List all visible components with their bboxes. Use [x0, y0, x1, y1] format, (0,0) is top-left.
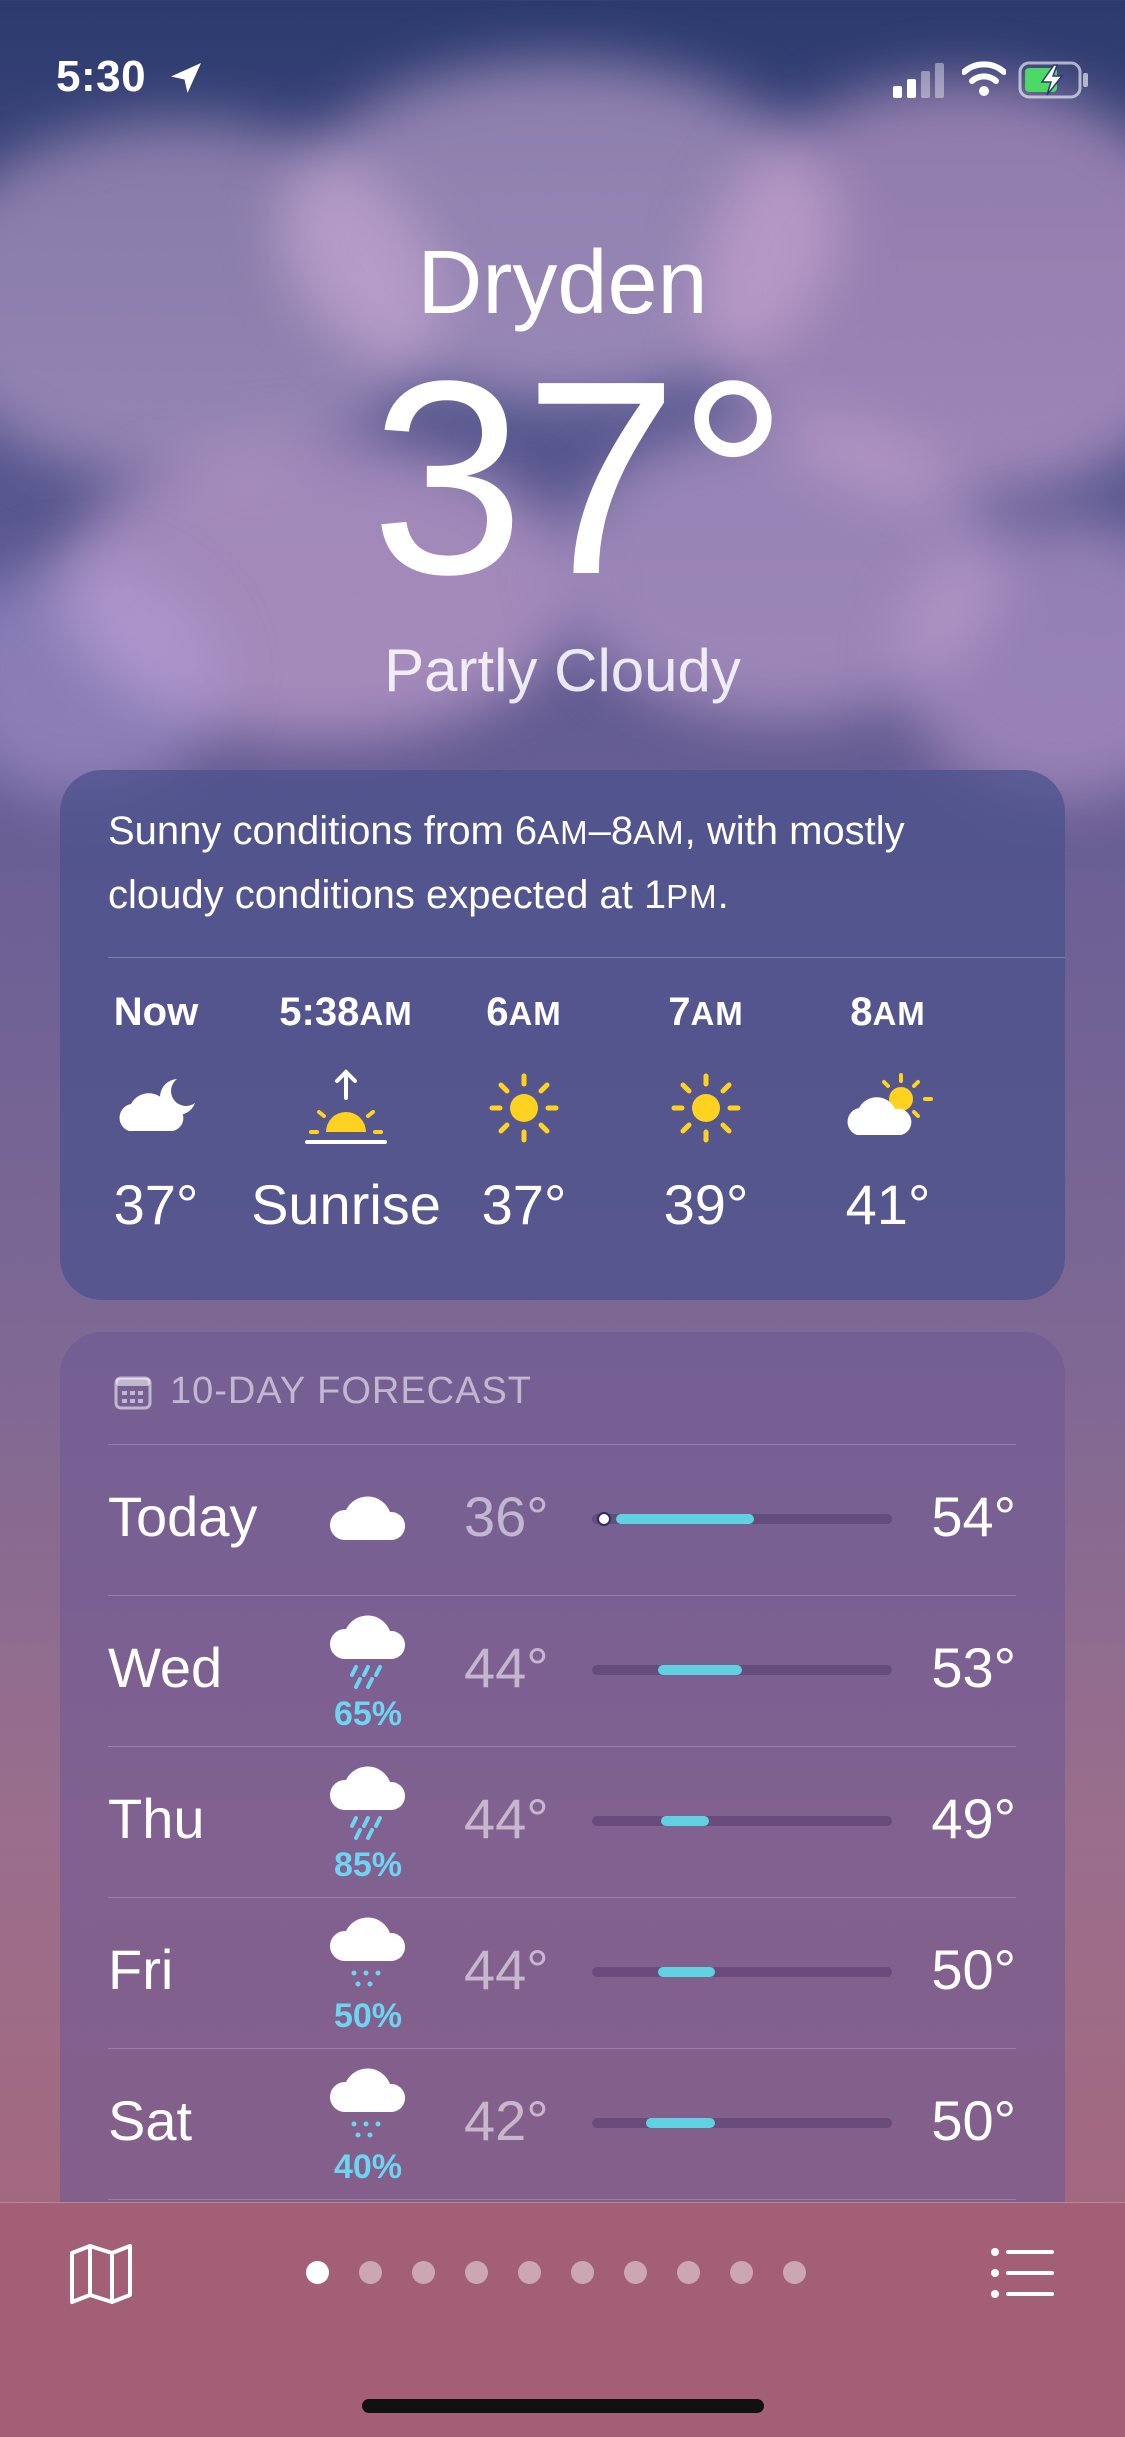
- temp-range-fill: [661, 1816, 709, 1826]
- forecast-day: Thu: [108, 1787, 205, 1850]
- forecast-high: 50°: [931, 1938, 1016, 2001]
- list-icon[interactable]: [990, 2247, 1056, 2299]
- ten-day-header: 10-DAY FORECAST: [114, 1370, 532, 1413]
- page-dot: [412, 2261, 435, 2284]
- temp-range-fill: [616, 1514, 754, 1524]
- temp-range-fill: [658, 1967, 715, 1977]
- page-dot: [465, 2261, 488, 2284]
- forecast-low: 42°: [464, 2089, 549, 2152]
- cloud-icon: [318, 1466, 418, 1566]
- forecast-low: 36°: [464, 1485, 549, 1548]
- page-indicator[interactable]: [306, 2261, 806, 2284]
- hour-item-8am[interactable]: 8AM 41°: [778, 990, 998, 1237]
- forecast-high: 54°: [931, 1485, 1016, 1548]
- forecast-day: Today: [108, 1485, 258, 1548]
- forecast-row-today[interactable]: Today 36° 54°: [108, 1444, 1016, 1594]
- forecast-day: Fri: [108, 1938, 174, 2001]
- forecast-high: 49°: [931, 1787, 1016, 1850]
- row-divider: [108, 1444, 1016, 1445]
- page-dot: [624, 2261, 647, 2284]
- page-dot: [359, 2261, 382, 2284]
- current-temp-dot: [597, 1512, 611, 1526]
- hour-item-now[interactable]: Now 37°: [46, 990, 266, 1237]
- map-icon[interactable]: [68, 2243, 134, 2305]
- forecast-high: 53°: [931, 1636, 1016, 1699]
- rain-cloud-icon: [318, 1756, 418, 1856]
- forecast-low: 44°: [464, 1787, 549, 1850]
- partly-cloudy-day-icon: [847, 1073, 933, 1135]
- forecast-day: Sat: [108, 2089, 193, 2152]
- precip-chance: 85%: [333, 1846, 403, 1884]
- temp-range-fill: [646, 2118, 715, 2128]
- row-divider: [108, 1746, 1016, 1747]
- temp-range-bar: [592, 1816, 892, 1826]
- wifi-icon: [962, 61, 1006, 96]
- status-bar: 5:30: [0, 0, 1125, 150]
- city-name: Dryden: [417, 233, 708, 333]
- sun-icon: [489, 1073, 559, 1143]
- temp-range-fill: [658, 1665, 742, 1675]
- temp-range-bar: [592, 2118, 892, 2128]
- bottom-toolbar: [0, 2202, 1125, 2437]
- row-divider: [108, 1595, 1016, 1596]
- home-indicator: [362, 2399, 764, 2413]
- precip-chance: 65%: [333, 1695, 403, 1733]
- forecast-high: 50°: [931, 2089, 1016, 2152]
- drizzle-cloud-icon: [318, 1907, 418, 2007]
- page-dot: [677, 2261, 700, 2284]
- forecast-day: Wed: [108, 1636, 223, 1699]
- partly-cloudy-night-icon: [119, 1079, 195, 1131]
- forecast-row-wed[interactable]: Wed 65% 44° 53°: [108, 1595, 1016, 1745]
- precip-chance: 50%: [333, 1997, 403, 2035]
- page-dot: [783, 2261, 806, 2284]
- page-dot-current: [306, 2261, 329, 2284]
- forecast-row-fri[interactable]: Fri 50% 44° 50°: [108, 1897, 1016, 2047]
- temp-range-bar: [592, 1665, 892, 1675]
- forecast-summary: Sunny conditions from 6AM–8AM, with most…: [108, 809, 905, 917]
- temp-range-bar: [592, 1967, 892, 1977]
- forecast-low: 44°: [464, 1938, 549, 2001]
- card-divider: [108, 957, 1065, 958]
- precip-chance: 40%: [333, 2148, 403, 2186]
- location-arrow-icon: [171, 63, 201, 93]
- hourly-forecast-card[interactable]: Sunny conditions from 6AM–8AM, with most…: [60, 770, 1065, 1300]
- row-divider: [108, 2048, 1016, 2049]
- current-temperature: 37°: [370, 324, 789, 632]
- forecast-row-thu[interactable]: Thu 85% 44° 49°: [108, 1746, 1016, 1896]
- forecast-low: 44°: [464, 1636, 549, 1699]
- current-condition: Partly Cloudy: [384, 637, 741, 704]
- forecast-row-sat[interactable]: Sat 40% 42° 50°: [108, 2048, 1016, 2198]
- battery-charging-icon: [1018, 61, 1088, 99]
- rain-cloud-icon: [318, 1605, 418, 1705]
- sun-icon: [671, 1073, 741, 1143]
- ten-day-title: 10-DAY FORECAST: [170, 1370, 533, 1412]
- row-divider: [108, 1897, 1016, 1898]
- sunrise-icon: [305, 1069, 387, 1144]
- page-dot: [730, 2261, 753, 2284]
- temp-range-bar: [592, 1512, 892, 1526]
- calendar-icon: [114, 1376, 152, 1409]
- page-dot: [571, 2261, 594, 2284]
- page-dot: [518, 2261, 541, 2284]
- status-time: 5:30: [56, 52, 147, 101]
- drizzle-cloud-icon: [318, 2058, 418, 2158]
- cellular-signal-icon: [893, 63, 944, 98]
